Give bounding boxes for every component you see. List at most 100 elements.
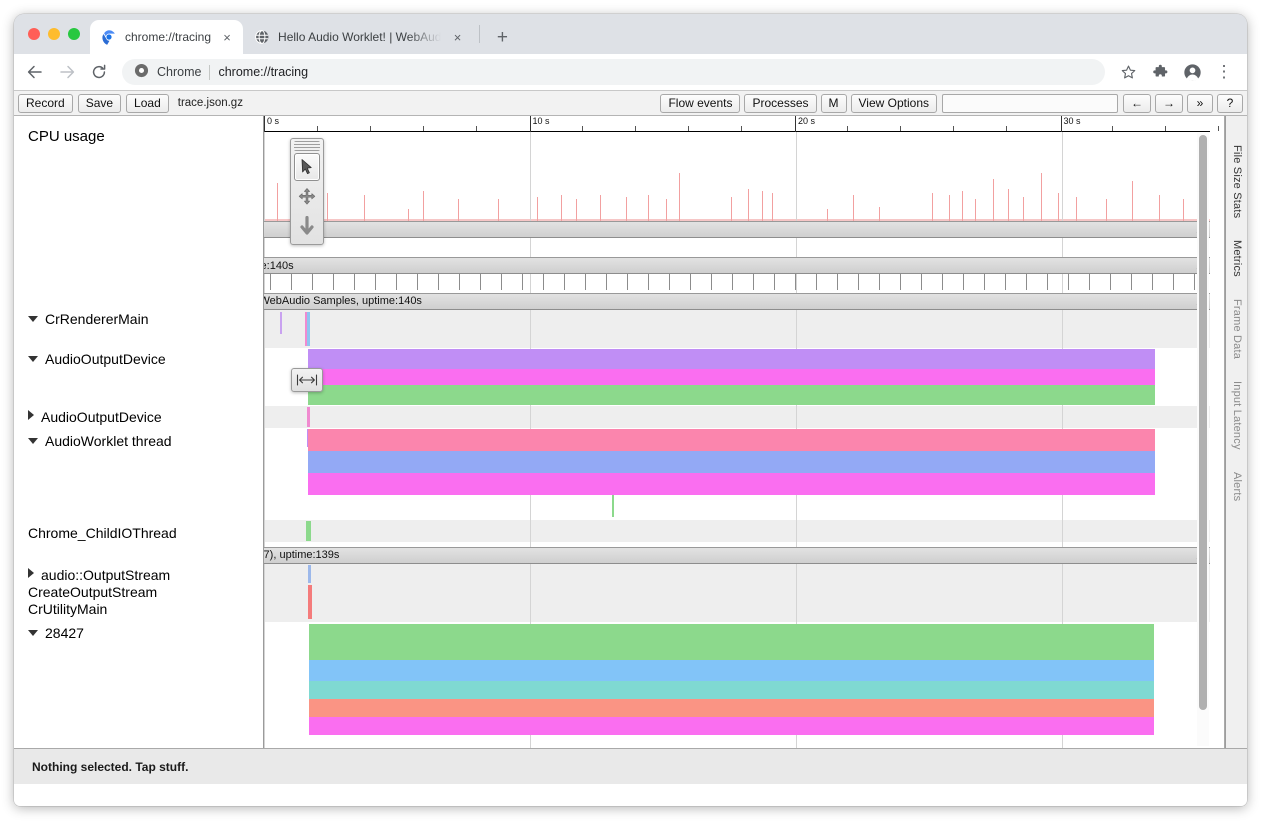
slice-crrenderermain-c[interactable] xyxy=(307,312,310,346)
ruler-minor-tick xyxy=(900,126,901,131)
profile-avatar-icon[interactable] xyxy=(1177,57,1207,87)
time-ruler[interactable]: 0 s10 s20 s30 s xyxy=(264,116,1210,132)
rail-tab-input-latency[interactable]: Input Latency xyxy=(1226,370,1247,461)
process-header-browser[interactable]: Browser (pid 17218), uptime:9883s X xyxy=(14,221,1210,238)
slice-audiooutputdevice-green[interactable] xyxy=(308,385,1155,405)
track-tick xyxy=(984,274,985,290)
bookmark-star-icon[interactable] xyxy=(1113,57,1143,87)
thread-label-crrenderermain[interactable]: CrRendererMain xyxy=(28,311,148,327)
search-next-button[interactable]: → xyxy=(1155,94,1183,113)
new-tab-button[interactable]: + xyxy=(488,23,516,51)
rail-tab-file-size-stats[interactable]: File Size Stats xyxy=(1226,134,1247,229)
chevron-right-icon[interactable] xyxy=(28,410,34,420)
slice-28427-magenta[interactable] xyxy=(309,717,1154,735)
slice-audiooutputdevice2-marker[interactable] xyxy=(307,407,310,427)
ruler-minor-tick xyxy=(688,126,689,131)
track-tick xyxy=(837,274,838,290)
selection-tool-button[interactable] xyxy=(294,153,320,181)
thread-label-audiooutputdevice-2[interactable]: AudioOutputDevice xyxy=(28,409,162,425)
slice-28427-teal[interactable] xyxy=(309,681,1154,699)
track-canvas[interactable] xyxy=(264,116,1210,748)
vertical-marker-tool-button[interactable] xyxy=(294,213,320,241)
more-button[interactable]: » xyxy=(1187,94,1213,113)
thread-label-audioworklet[interactable]: AudioWorklet thread xyxy=(28,433,172,449)
slice-audioworklet-tail[interactable] xyxy=(612,495,614,517)
chevron-right-icon[interactable] xyxy=(28,568,34,578)
extensions-puzzle-icon[interactable] xyxy=(1145,57,1175,87)
minimize-window-button[interactable] xyxy=(48,28,60,40)
tool-palette[interactable] xyxy=(290,138,324,245)
thread-label-outputstream[interactable]: audio::OutputStream xyxy=(28,567,170,583)
slice-outputstream-marker[interactable] xyxy=(308,565,311,583)
slice-audioworklet-magenta[interactable] xyxy=(308,473,1155,495)
browser-menu-icon[interactable]: ⋮ xyxy=(1209,57,1239,87)
tab-close-icon[interactable]: × xyxy=(219,29,235,45)
forward-icon[interactable] xyxy=(52,57,82,87)
timeline-view[interactable]: 0 s10 s20 s30 s Browser (pid 17218), upt… xyxy=(14,116,1225,748)
thread-label-childiothread[interactable]: Chrome_ChildIOThread xyxy=(28,525,177,541)
ruler-minor-tick xyxy=(1006,126,1007,131)
reload-icon[interactable] xyxy=(84,57,114,87)
rail-tab-alerts[interactable]: Alerts xyxy=(1226,461,1247,512)
back-icon[interactable] xyxy=(20,57,50,87)
thread-label-audiooutputdevice[interactable]: AudioOutputDevice xyxy=(28,351,166,367)
tab-close-icon[interactable]: × xyxy=(449,29,465,45)
close-window-button[interactable] xyxy=(28,28,40,40)
slice-crrenderermain-a[interactable] xyxy=(280,312,282,334)
slice-createoutputstream-marker[interactable] xyxy=(308,585,312,619)
chevron-down-icon[interactable] xyxy=(28,316,38,322)
horizontal-size-tool-button[interactable] xyxy=(291,368,323,392)
tab-hello-audio-worklet[interactable]: Hello Audio Worklet! | WebAud × xyxy=(243,20,473,54)
record-button[interactable]: Record xyxy=(18,94,73,113)
drag-handle-icon[interactable] xyxy=(294,141,320,151)
load-button[interactable]: Load xyxy=(126,94,169,113)
slice-28427-sky[interactable] xyxy=(309,660,1154,681)
slice-audioworklet-blue[interactable] xyxy=(308,451,1155,473)
metrics-button[interactable]: M xyxy=(821,94,847,113)
process-header-label: Renderer (pid 34015): Hello Audio Workle… xyxy=(28,295,422,307)
view-options-button[interactable]: View Options xyxy=(851,94,937,113)
search-prev-button[interactable]: ← xyxy=(1123,94,1151,113)
ruler-minor-tick xyxy=(1165,126,1166,131)
pan-tool-button[interactable] xyxy=(294,183,320,211)
flow-events-button[interactable]: Flow events xyxy=(660,94,740,113)
search-input[interactable] xyxy=(942,94,1118,113)
chevron-down-icon[interactable] xyxy=(28,630,38,636)
slice-28427-green[interactable] xyxy=(309,624,1154,660)
slice-childiothread-marker[interactable] xyxy=(306,521,311,541)
track-tick xyxy=(564,274,565,290)
cpu-spike xyxy=(1132,181,1133,221)
chevron-down-icon[interactable] xyxy=(28,551,36,556)
chevron-down-icon[interactable] xyxy=(28,356,38,362)
thread-label-crutilitymain[interactable]: CrUtilityMain xyxy=(28,601,107,617)
process-header-audio-service[interactable]: Service: audio.mojom.AudioService (pid 3… xyxy=(14,547,1210,564)
address-bar[interactable]: Chrome chrome://tracing xyxy=(122,59,1105,85)
crutilitymain-row-background xyxy=(264,584,1210,622)
help-button[interactable]: ? xyxy=(1217,94,1243,113)
scrollbar-thumb[interactable] xyxy=(1199,135,1207,710)
main-content: 0 s10 s20 s30 s Browser (pid 17218), upt… xyxy=(14,116,1247,748)
timeline-vertical-scrollbar[interactable] xyxy=(1197,133,1209,746)
slice-audiooutputdevice-purple[interactable] xyxy=(308,349,1155,369)
process-header-renderer-tracing[interactable]: Renderer (pid 33963): chrome://tracing, … xyxy=(14,257,1210,274)
chevron-down-icon[interactable] xyxy=(28,297,36,302)
slice-audioworklet-pink[interactable] xyxy=(308,429,1155,451)
ruler-tick-label: 0 s xyxy=(264,116,279,132)
column-divider[interactable] xyxy=(263,116,264,748)
chevron-right-icon[interactable] xyxy=(28,223,33,231)
process-header-renderer-audioworklet[interactable]: Renderer (pid 34015): Hello Audio Workle… xyxy=(14,293,1210,310)
chevron-right-icon[interactable] xyxy=(28,259,33,267)
chevron-down-icon[interactable] xyxy=(28,438,38,444)
processes-button[interactable]: Processes xyxy=(744,94,816,113)
slice-28427-salmon[interactable] xyxy=(309,699,1154,717)
save-button[interactable]: Save xyxy=(78,94,121,113)
slice-audiooutputdevice-magenta[interactable] xyxy=(308,369,1155,385)
maximize-window-button[interactable] xyxy=(68,28,80,40)
tracing-toolbar: Record Save Load trace.json.gz Flow even… xyxy=(14,90,1247,116)
thread-label-28427[interactable]: 28427 xyxy=(28,625,84,641)
rail-tab-frame-data[interactable]: Frame Data xyxy=(1226,288,1247,370)
thread-label-createoutputstream[interactable]: CreateOutputStream xyxy=(28,584,157,600)
tab-chrome-tracing[interactable]: chrome://tracing × xyxy=(90,20,243,54)
rail-tab-metrics[interactable]: Metrics xyxy=(1226,229,1247,288)
outputstream-row-background xyxy=(264,564,1210,584)
